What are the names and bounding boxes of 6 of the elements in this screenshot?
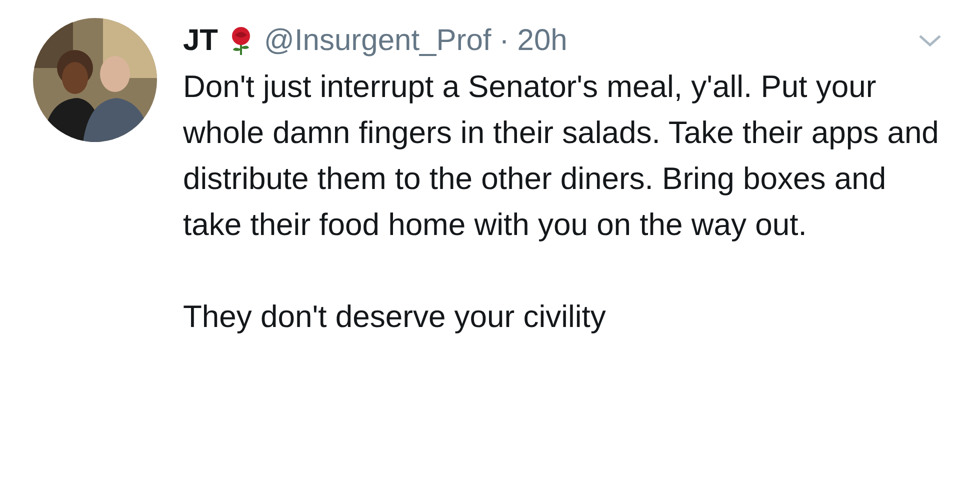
user-name[interactable]: JT — [183, 26, 218, 56]
tweet-text: Don't just interrupt a Senator's meal, y'all. Put your whole damn fingers in their salads. Take their apps and distribute them to the other diners. Bring boxes and take their food home with you on the way out. — [183, 68, 940, 244]
user-handle[interactable]: @Insurgent_Prof — [264, 26, 492, 56]
separator-dot: · — [499, 26, 510, 56]
tweet-text: They don't deserve your civility — [183, 298, 607, 336]
tweet-time[interactable]: 20h — [517, 26, 568, 56]
